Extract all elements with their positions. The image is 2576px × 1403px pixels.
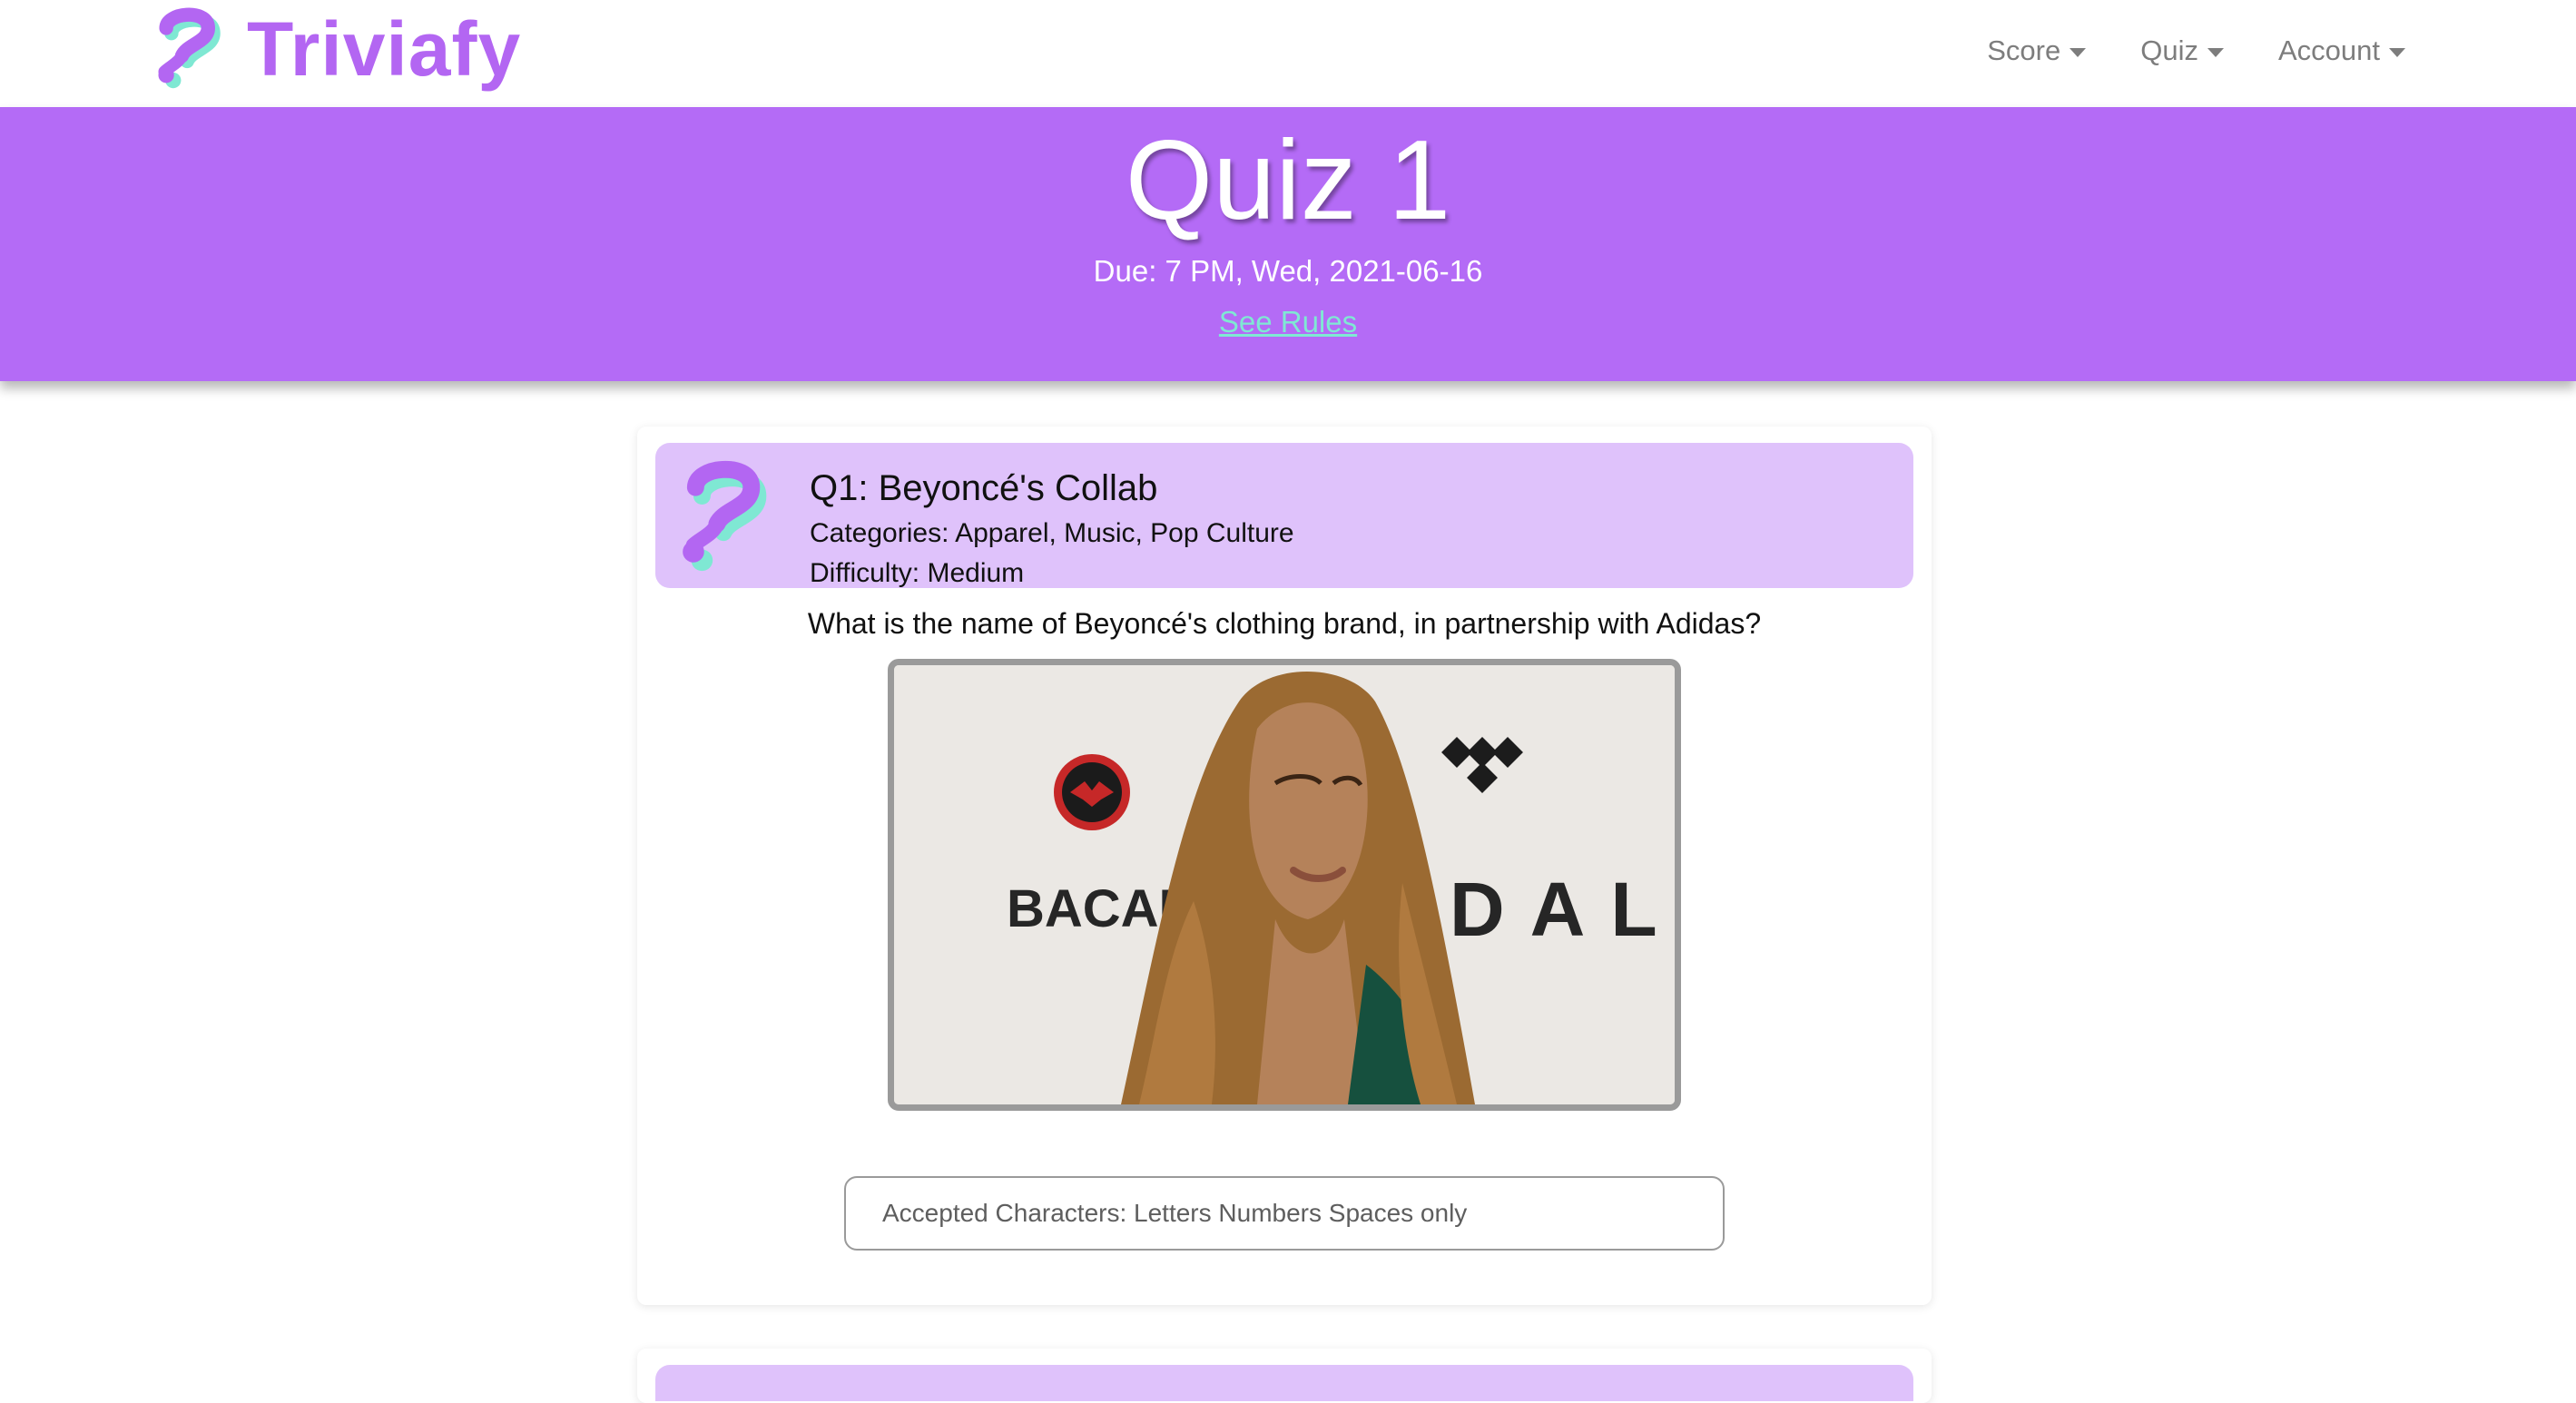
next-question-header [655,1365,1913,1401]
question-image: BACAR DAL [888,659,1681,1111]
question-text: What is the name of Beyoncé's clothing b… [807,607,1762,640]
quiz-hero-banner: Quiz 1 Due: 7 PM, Wed, 2021-06-16 See Ru… [0,107,2576,381]
question-categories: Categories: Apparel, Music, Pop Culture [810,518,1294,548]
next-question-card [637,1349,1932,1403]
caret-down-icon [2070,48,2087,57]
brand-home-link[interactable]: Triviafy [147,0,521,98]
backdrop-text-right: DAL [1450,867,1675,952]
question-photo: BACAR DAL [894,665,1675,1104]
nav-quiz-dropdown[interactable]: Quiz [2140,34,2224,67]
question-difficulty: Difficulty: Medium [810,558,1025,588]
question-card: Q1: Beyoncé's Collab Categories: Apparel… [637,427,1932,1305]
nav-account-label: Account [2277,34,2380,66]
nav-menu: Score Quiz Account [1987,25,2405,76]
brand-name: Triviafy [247,5,522,92]
due-date: Due: 7 PM, Wed, 2021-06-16 [1093,254,1483,288]
nav-score-dropdown[interactable]: Score [1987,34,2087,67]
question-title: Q1: Beyoncé's Collab [810,468,1158,508]
nav-score-label: Score [1987,34,2061,66]
caret-down-icon [2389,48,2405,57]
caret-down-icon [2207,48,2224,57]
question-mark-logo-icon [683,460,767,572]
nav-account-dropdown[interactable]: Account [2278,34,2405,67]
question-mark-logo-icon [158,7,221,89]
question-header: Q1: Beyoncé's Collab Categories: Apparel… [655,443,1913,588]
answer-input[interactable] [844,1176,1725,1251]
page-title: Quiz 1 [1125,118,1451,243]
rules-link-wrapper: See Rules [0,303,2576,341]
see-rules-link[interactable]: See Rules [1219,305,1357,338]
nav-quiz-label: Quiz [2140,34,2198,66]
top-navbar: Triviafy Score Quiz Account [0,0,2576,107]
